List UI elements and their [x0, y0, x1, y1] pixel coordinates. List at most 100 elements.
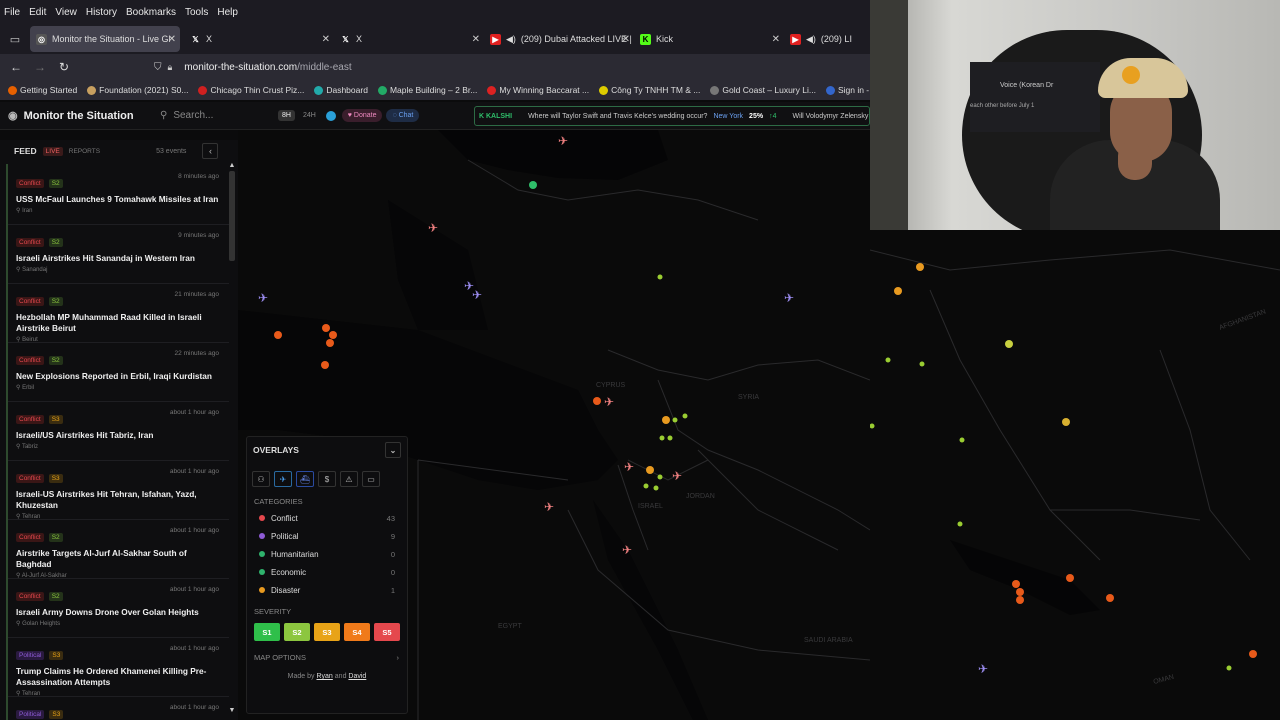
bookmark-item[interactable]: Gold Coast – Luxury Li... [710, 85, 816, 95]
camera-icon[interactable]: ▭ [362, 471, 380, 487]
cap-logo [1122, 66, 1140, 84]
feed-list[interactable]: Conflict S2 8 minutes ago USS McFaul Launch… [7, 166, 229, 720]
tab-youtube-1[interactable]: ▶ ◀) (209) Dubai Attacked LIVE | ✕ [484, 26, 634, 52]
back-icon[interactable]: ← [4, 60, 28, 74]
bookmark-item[interactable]: Foundation (2021) S0... [87, 85, 188, 95]
tab-monitor[interactable]: ◎ Monitor the Situation - Live Gl ✕ [30, 26, 180, 52]
feed-item[interactable]: Conflict S2 about 1 hour ago Airstrike Targ… [7, 520, 229, 579]
airplane-icon: ✈ [472, 288, 482, 302]
bookmark-item[interactable]: Chicago Thin Crust Piz... [198, 85, 304, 95]
category-color-dot [259, 551, 265, 557]
category-disaster[interactable]: Disaster 1 [247, 581, 407, 599]
tab-list-icon[interactable]: ▭ [0, 33, 30, 46]
dollar-icon[interactable]: $ [318, 471, 336, 487]
feed-scrollbar[interactable]: ▲ ▼ [228, 162, 236, 714]
scroll-thumb[interactable] [229, 171, 235, 261]
alert-icon[interactable]: ⚠ [340, 471, 358, 487]
close-tab-icon[interactable]: ✕ [168, 34, 176, 45]
credit-link-david[interactable]: David [348, 673, 366, 680]
severity-filters: S1 S2 S3 S4 S5 [247, 623, 407, 641]
tab-x-1[interactable]: 𝕏 X ✕ [184, 26, 334, 52]
menu-file[interactable]: File [4, 7, 20, 18]
feed-item[interactable]: Conflict S3 about 1 hour ago Israeli/US Air… [7, 402, 229, 461]
search-box[interactable]: ⚲ Search... [156, 106, 278, 126]
menu-help[interactable]: Help [217, 7, 238, 18]
lock-icon[interactable]: 🔒︎ [168, 62, 173, 73]
feed-item[interactable]: Political S3 about 1 hour ago Trump Claims … [7, 638, 229, 697]
search-input[interactable]: Search... [173, 110, 213, 121]
address-bar[interactable]: ⛉ 🔒︎ monitor-the-situation.com/middle-ea… [154, 56, 352, 78]
close-tab-icon[interactable]: ✕ [322, 34, 330, 45]
categories-heading[interactable]: CATEGORIES [247, 493, 407, 509]
kalshi-ticker[interactable]: K KALSHI Where will Taylor Swift and Tra… [474, 106, 870, 126]
feed-item[interactable]: Conflict S2 8 minutes ago USS McFaul Launch… [7, 166, 229, 225]
category-tag: Conflict [16, 474, 44, 483]
chevron-down-icon[interactable]: ⌄ [385, 442, 401, 458]
severity-s1-button[interactable]: S1 [254, 623, 280, 641]
marker-fire [1249, 650, 1257, 658]
brand[interactable]: ◉ Monitor the Situation [8, 109, 148, 123]
menu-history[interactable]: History [86, 7, 117, 18]
ship-icon[interactable]: ⛴ [296, 471, 314, 487]
item-location: ⚲ Iran [16, 208, 33, 214]
severity-s3-button[interactable]: S3 [314, 623, 340, 641]
category-economic[interactable]: Economic 0 [247, 563, 407, 581]
flight-icon[interactable]: ✈ [274, 471, 292, 487]
marker-dot [959, 437, 965, 443]
overlays-panel: OVERLAYS ⌄ ⚇ ✈ ⛴ $ ⚠ ▭ CATEGORIES Confli… [246, 436, 408, 714]
menu-tools[interactable]: Tools [185, 7, 208, 18]
severity-s2-button[interactable]: S2 [284, 623, 310, 641]
close-tab-icon[interactable]: ✕ [772, 34, 780, 45]
people-icon[interactable]: ⚇ [252, 471, 270, 487]
scroll-up-icon[interactable]: ▲ [228, 162, 236, 169]
speaker-icon[interactable]: ◀) [506, 34, 516, 45]
feed-item[interactable]: Conflict S2 about 1 hour ago Israeli Army D… [7, 579, 229, 638]
tab-youtube-2[interactable]: ▶ ◀) (209) LI [784, 26, 870, 52]
severity-s4-button[interactable]: S4 [344, 623, 370, 641]
category-name: Conflict [271, 513, 298, 523]
credit-link-ryan[interactable]: Ryan [316, 673, 332, 680]
forward-icon[interactable]: → [28, 60, 52, 74]
bookmark-item[interactable]: Dashboard [314, 85, 368, 95]
severity-s5-button[interactable]: S5 [374, 623, 400, 641]
category-humanitarian[interactable]: Humanitarian 0 [247, 545, 407, 563]
close-tab-icon[interactable]: ✕ [472, 34, 480, 45]
feed-label: FEED [14, 146, 37, 156]
chat-button[interactable]: ◌ Chat [386, 109, 420, 122]
live-tab[interactable]: LIVE [42, 146, 63, 156]
category-conflict[interactable]: Conflict 43 [247, 509, 407, 527]
feed-item[interactable]: Conflict S3 about 1 hour ago Israeli-US Air… [7, 461, 229, 520]
reload-icon[interactable]: ↻ [52, 60, 76, 74]
feed-item[interactable]: Conflict S2 9 minutes ago Israeli Airstrike… [7, 225, 229, 284]
feed-item[interactable]: Conflict S2 21 minutes ago Hezbollah MP Muh… [7, 284, 229, 343]
bookmark-item[interactable]: Maple Building – 2 Br... [377, 85, 477, 95]
tab-x-2[interactable]: 𝕏 X ✕ [334, 26, 484, 52]
telegram-icon[interactable] [325, 110, 336, 121]
speaker-icon[interactable]: ◀) [806, 34, 816, 45]
menu-edit[interactable]: Edit [29, 7, 46, 18]
marker-dot [919, 361, 925, 367]
feed-item[interactable]: Conflict S2 22 minutes ago New Explosions R… [7, 343, 229, 402]
map-east[interactable]: AFGHANISTAN OMAN ✈ [870, 230, 1280, 720]
tab-kick[interactable]: K Kick ✕ [634, 26, 784, 52]
bookmark-item[interactable]: Công Ty TNHH TM & ... [599, 85, 700, 95]
scroll-down-icon[interactable]: ▼ [228, 707, 236, 714]
donate-button[interactable]: ♥ Donate [341, 109, 383, 122]
menu-bookmarks[interactable]: Bookmarks [126, 7, 176, 18]
severity-heading[interactable]: SEVERITY [247, 603, 407, 619]
range-24h-button[interactable]: 24H [299, 110, 320, 121]
map-options-toggle[interactable]: MAP OPTIONS › [247, 649, 407, 665]
menu-view[interactable]: View [55, 7, 77, 18]
bookmark-item[interactable]: My Winning Baccarat ... [487, 85, 589, 95]
feed-item[interactable]: PoliticalS3about 1 hour ago⚲ [7, 697, 229, 720]
bookmark-item[interactable]: Getting Started [8, 85, 77, 95]
shield-icon[interactable]: ⛉ [154, 62, 162, 73]
close-tab-icon[interactable]: ✕ [622, 34, 630, 45]
reports-tab[interactable]: REPORTS [69, 148, 100, 155]
collapse-feed-button[interactable]: ‹ [202, 143, 219, 159]
range-8h-button[interactable]: 8H [278, 110, 295, 121]
marker-dot [657, 474, 663, 480]
category-political[interactable]: Political 9 [247, 527, 407, 545]
bookmark-item[interactable]: Sign in - Drea [825, 85, 870, 95]
label-jordan: JORDAN [686, 493, 715, 500]
